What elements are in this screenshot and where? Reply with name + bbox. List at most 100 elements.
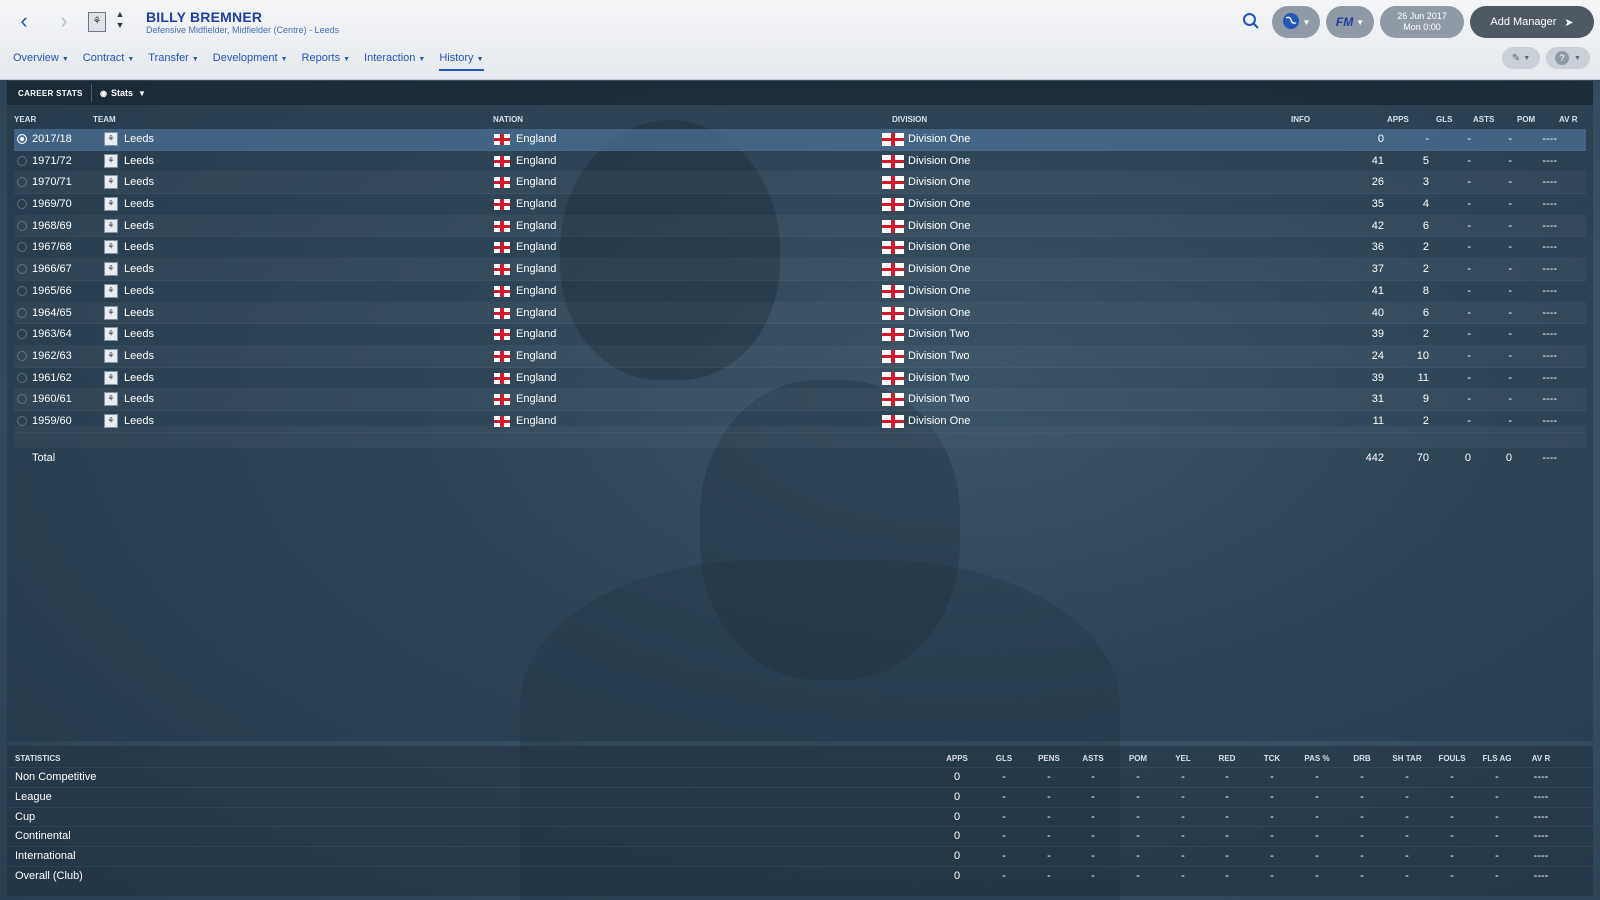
team-link[interactable]: Leeds	[124, 350, 154, 362]
forward-icon[interactable]: ›	[52, 10, 76, 34]
globe-button[interactable]: ▼	[1272, 6, 1320, 38]
nation-link[interactable]: England	[516, 220, 556, 232]
col-year[interactable]: YEAR	[14, 115, 36, 124]
chevron-down-icon[interactable]: ▼	[114, 20, 126, 31]
help-button[interactable]: ? ▼	[1546, 47, 1590, 69]
table-row[interactable]: 1966/67 ⚘ Leeds England Division One 37 2- - ---…	[14, 259, 1586, 281]
division-link[interactable]: Division One	[908, 155, 970, 167]
division-link[interactable]: Division One	[908, 241, 970, 253]
menu-reports[interactable]: Reports ▼	[302, 52, 350, 71]
menu-contract[interactable]: Contract ▼	[83, 52, 135, 71]
table-row[interactable]: 1962/63 ⚘ Leeds England Division Two 24 10- - --…	[14, 346, 1586, 368]
menu-transfer[interactable]: Transfer ▼	[148, 52, 198, 71]
division-link[interactable]: Division One	[908, 220, 970, 232]
nation-link[interactable]: England	[516, 155, 556, 167]
table-row[interactable]: 1965/66 ⚘ Leeds England Division One 41 8- - ---…	[14, 281, 1586, 303]
nation-link[interactable]: England	[516, 350, 556, 362]
division-link[interactable]: Division One	[908, 198, 970, 210]
row-select-radio[interactable]	[17, 415, 27, 426]
stat-col-header[interactable]: TCK	[1252, 754, 1292, 763]
col-asts[interactable]: ASTS	[1473, 115, 1494, 124]
row-select-radio[interactable]	[17, 264, 27, 275]
division-link[interactable]: Division One	[908, 285, 970, 297]
division-link[interactable]: Division Two	[908, 393, 970, 405]
team-link[interactable]: Leeds	[124, 220, 154, 232]
team-link[interactable]: Leeds	[124, 328, 154, 340]
col-team[interactable]: TEAM	[93, 115, 116, 124]
nation-link[interactable]: England	[516, 393, 556, 405]
stat-col-header[interactable]: PAS %	[1297, 754, 1337, 763]
nation-link[interactable]: England	[516, 307, 556, 319]
table-row[interactable]: 1964/65 ⚘ Leeds England Division One 40 6- - ---…	[14, 303, 1586, 325]
col-pom[interactable]: POM	[1517, 115, 1535, 124]
nation-link[interactable]: England	[516, 285, 556, 297]
nation-link[interactable]: England	[516, 198, 556, 210]
stat-col-header[interactable]: RED	[1207, 754, 1247, 763]
table-row[interactable]: 1968/69 ⚘ Leeds England Division One 42 6- - ---…	[14, 216, 1586, 238]
row-select-radio[interactable]	[17, 177, 27, 188]
team-link[interactable]: Leeds	[124, 372, 154, 384]
table-row[interactable]: 1961/62 ⚘ Leeds England Division Two 39 11- - --…	[14, 368, 1586, 390]
team-link[interactable]: Leeds	[124, 263, 154, 275]
table-row[interactable]: 1967/68 ⚘ Leeds England Division One 36 2- - ---…	[14, 237, 1586, 260]
team-link[interactable]: Leeds	[124, 176, 154, 188]
division-link[interactable]: Division One	[908, 133, 970, 145]
nation-link[interactable]: England	[516, 263, 556, 275]
nation-link[interactable]: England	[516, 328, 556, 340]
fm-menu-button[interactable]: FM ▼	[1326, 6, 1374, 38]
search-icon[interactable]	[1242, 12, 1262, 32]
team-link[interactable]: Leeds	[124, 285, 154, 297]
chevron-up-icon[interactable]: ▲	[114, 9, 126, 20]
col-gls[interactable]: GLS	[1436, 115, 1452, 124]
division-link[interactable]: Division One	[908, 307, 970, 319]
division-link[interactable]: Division Two	[908, 328, 970, 340]
stat-col-header[interactable]: DRB	[1342, 754, 1382, 763]
nation-link[interactable]: England	[516, 176, 556, 188]
stat-col-header[interactable]: POM	[1118, 754, 1158, 763]
stats-view-dropdown[interactable]: ◉ Stats ▼	[91, 84, 146, 102]
menu-interaction[interactable]: Interaction ▼	[364, 52, 425, 71]
row-select-radio[interactable]	[17, 242, 27, 253]
col-info[interactable]: INFO	[1291, 115, 1310, 124]
stat-col-header[interactable]: ASTS	[1073, 754, 1113, 763]
nation-link[interactable]: England	[516, 241, 556, 253]
team-link[interactable]: Leeds	[124, 393, 154, 405]
player-cycle-control[interactable]: ▲ ▼	[114, 9, 126, 31]
edit-button[interactable]: ✎ ▼	[1502, 47, 1540, 69]
division-link[interactable]: Division One	[908, 176, 970, 188]
nation-link[interactable]: England	[516, 372, 556, 384]
row-select-radio[interactable]	[17, 372, 27, 383]
division-link[interactable]: Division Two	[908, 372, 970, 384]
row-select-radio[interactable]	[17, 394, 27, 405]
col-avr[interactable]: AV R	[1559, 115, 1578, 124]
continue-date-button[interactable]: 26 Jun 2017 Mon 0:00	[1380, 6, 1464, 38]
row-select-radio[interactable]	[17, 329, 27, 340]
menu-overview[interactable]: Overview ▼	[13, 52, 69, 71]
table-row[interactable]: 1960/61 ⚘ Leeds England Division Two 31 9- - ---…	[14, 389, 1586, 411]
row-select-radio[interactable]	[17, 285, 27, 296]
stat-col-header[interactable]: FLS AG	[1477, 754, 1517, 763]
col-nation[interactable]: NATION	[493, 115, 523, 124]
add-manager-button[interactable]: Add Manager ➤	[1470, 6, 1594, 38]
menu-development[interactable]: Development ▼	[213, 52, 288, 71]
col-apps[interactable]: APPS	[1387, 115, 1409, 124]
table-row[interactable]: 1969/70 ⚘ Leeds England Division One 35 4- - ---…	[14, 194, 1586, 216]
stat-col-header[interactable]: YEL	[1163, 754, 1203, 763]
menu-history[interactable]: History ▼	[439, 52, 484, 71]
stat-col-header[interactable]: FOULS	[1432, 754, 1472, 763]
stat-col-header[interactable]: SH TAR	[1387, 754, 1427, 763]
team-link[interactable]: Leeds	[124, 241, 154, 253]
team-link[interactable]: Leeds	[124, 307, 154, 319]
division-link[interactable]: Division One	[908, 263, 970, 275]
row-select-radio[interactable]	[17, 199, 27, 210]
row-select-radio[interactable]	[17, 155, 27, 166]
stat-col-header[interactable]: GLS	[984, 754, 1024, 763]
team-link[interactable]: Leeds	[124, 198, 154, 210]
stat-col-header[interactable]: APPS	[937, 754, 977, 763]
table-row[interactable]: 2017/18 ⚘ Leeds England Division One 0- - - ----	[14, 129, 1586, 151]
nation-link[interactable]: England	[516, 133, 556, 145]
table-row[interactable]: 1971/72 ⚘ Leeds England Division One 41 5- - ---…	[14, 151, 1586, 173]
row-select-radio[interactable]	[17, 220, 27, 231]
table-row[interactable]: 1963/64 ⚘ Leeds England Division Two 39 2- - ---…	[14, 324, 1586, 346]
row-select-radio[interactable]	[17, 307, 27, 318]
